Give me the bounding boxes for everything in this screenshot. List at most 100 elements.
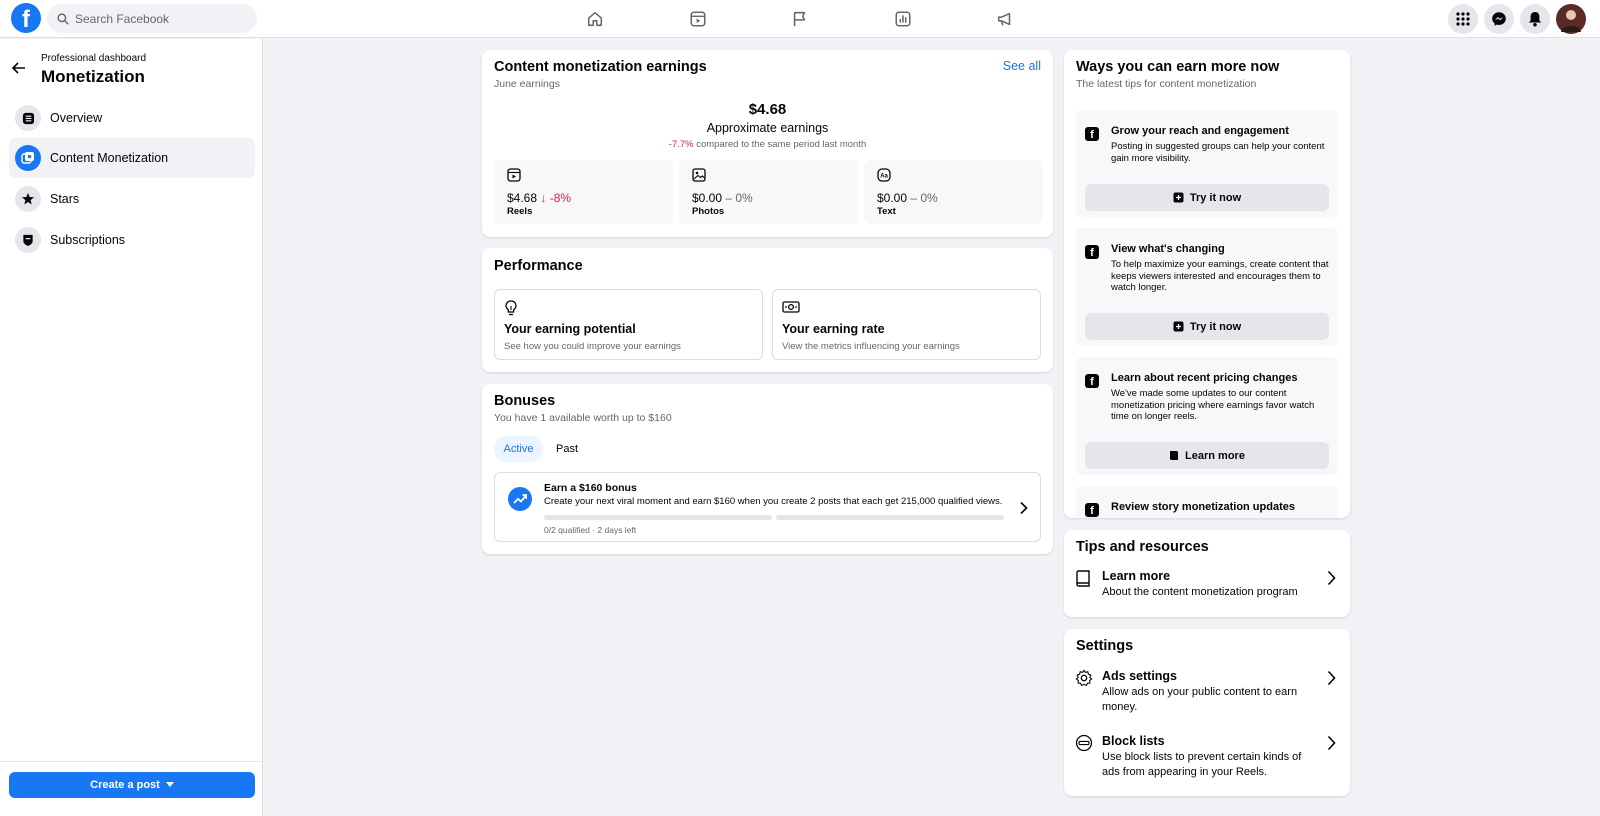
tip-card: f Grow your reach and engagement Posting… [1076, 110, 1338, 217]
sidebar-item-label: Subscriptions [50, 233, 126, 247]
change-percent: -7.7% [668, 139, 694, 150]
sidebar-item-label: Content Monetization [50, 151, 169, 165]
row-title: Learn more [1102, 569, 1171, 583]
chevron-right-icon [1327, 735, 1336, 751]
messenger-icon[interactable] [1484, 4, 1514, 34]
button-label: Try it now [1189, 320, 1242, 333]
tip-card: f Review story monetization updates [1076, 486, 1338, 518]
try-it-now-button[interactable]: Try it now [1085, 313, 1329, 340]
chevron-right-icon [1327, 670, 1336, 686]
tip-description: We've made some updates to our content m… [1111, 388, 1315, 422]
facebook-square-icon: f [1085, 245, 1099, 259]
tile-change: ↓ -8% [540, 191, 572, 205]
total-earnings-label: Approximate earnings [706, 121, 829, 135]
bonus-item[interactable]: Earn a $160 bonus Create your next viral… [494, 472, 1041, 542]
tile-value: $4.68 ↓ -8% [507, 191, 572, 205]
bonus-title: Earn a $160 bonus [544, 482, 637, 494]
tile-change: – 0% [725, 191, 753, 205]
pages-flag-icon[interactable] [750, 0, 850, 38]
tip-title: Review story monetization updates [1111, 501, 1295, 513]
sidebar-item-label: Overview [50, 111, 103, 125]
sidebar-item-subscriptions[interactable]: Subscriptions [9, 220, 255, 260]
earnings-tile-text[interactable]: Aa $0.00 – 0% Text [864, 160, 1043, 224]
earnings-change: -7.7% compared to the same period last m… [482, 139, 1053, 150]
shield-icon [15, 227, 41, 253]
facebook-square-icon: f [1085, 503, 1099, 517]
box-title: Your earning rate [782, 322, 885, 336]
learn-more-row[interactable]: Learn more About the content monetizatio… [1064, 564, 1350, 606]
row-subtitle: About the content monetization program [1102, 586, 1298, 598]
money-icon [782, 301, 800, 313]
ads-megaphone-icon[interactable] [955, 0, 1055, 38]
tip-description: To help maximize your earnings, create c… [1111, 259, 1329, 293]
box-subtitle: View the metrics influencing your earnin… [782, 341, 960, 352]
text-icon: Aa [877, 168, 891, 182]
bonuses-subtitle: You have 1 available worth up to $160 [494, 412, 672, 424]
tab-active[interactable]: Active [494, 436, 543, 462]
stars-icon [15, 186, 41, 212]
create-post-button[interactable]: Create a post [9, 772, 255, 798]
tile-label: Text [877, 206, 896, 217]
chevron-right-icon [1327, 570, 1336, 586]
book-icon [1170, 451, 1179, 460]
tile-change: – 0% [910, 191, 938, 205]
tip-description: Posting in suggested groups can help you… [1111, 141, 1325, 164]
tab-past[interactable]: Past [550, 436, 584, 462]
notifications-bell-icon[interactable] [1520, 4, 1550, 34]
search-icon [57, 12, 69, 25]
earnings-tile-photos[interactable]: $0.00 – 0% Photos [679, 160, 858, 224]
profile-avatar[interactable] [1556, 4, 1586, 34]
row-subtitle: Use block lists to prevent certain kinds… [1102, 751, 1302, 778]
tip-card: f Learn about recent pricing changes We'… [1076, 357, 1338, 475]
create-post-label: Create a post [90, 779, 160, 791]
plus-square-icon [1173, 321, 1184, 332]
see-all-link[interactable]: See all [1003, 59, 1041, 73]
bonus-status: 0/2 qualified · 2 days left [544, 525, 637, 535]
performance-card: Performance Your earning potential See h… [482, 248, 1053, 372]
trending-up-icon [508, 487, 532, 511]
top-navigation-bar: f [0, 0, 1600, 38]
tip-title: Grow your reach and engagement [1111, 125, 1289, 137]
search-input[interactable] [75, 11, 245, 26]
block-lists-row[interactable]: Block lists Use block lists to prevent c… [1064, 730, 1350, 780]
earnings-card: Content monetization earnings See all Ju… [482, 50, 1053, 237]
row-title: Ads settings [1102, 669, 1178, 683]
caret-down-icon [165, 782, 174, 787]
plus-square-icon [1173, 192, 1184, 203]
change-text: compared to the same period last month [696, 139, 867, 150]
facebook-square-icon: f [1085, 127, 1099, 141]
sidebar-item-overview[interactable]: Overview [9, 98, 255, 138]
bonus-description: Create your next viral moment and earn $… [544, 496, 1003, 507]
tips-title: Tips and resources [1076, 539, 1209, 555]
ways-to-earn-card: Ways you can earn more now The latest ti… [1064, 50, 1350, 518]
menu-grid-icon[interactable] [1448, 4, 1478, 34]
gear-icon [1075, 669, 1093, 687]
performance-title: Performance [494, 258, 583, 274]
ways-subtitle: The latest tips for content monetization [1076, 78, 1257, 90]
tips-resources-card: Tips and resources Learn more About the … [1064, 530, 1350, 617]
ads-settings-row[interactable]: Ads settings Allow ads on your public co… [1064, 665, 1350, 715]
earning-potential-box[interactable]: Your earning potential See how you could… [494, 289, 763, 360]
ways-title: Ways you can earn more now [1076, 59, 1280, 75]
chevron-right-icon [1020, 501, 1028, 515]
row-title: Block lists [1102, 734, 1165, 748]
dashboard-chart-icon[interactable] [853, 0, 953, 38]
try-it-now-button[interactable]: Try it now [1085, 184, 1329, 211]
sidebar-item-content-monetization[interactable]: Content Monetization [9, 138, 255, 178]
sidebar-item-stars[interactable]: Stars [9, 179, 255, 219]
reels-icon[interactable] [648, 0, 748, 38]
home-icon[interactable] [545, 0, 645, 38]
earning-rate-box[interactable]: Your earning rate View the metrics influ… [772, 289, 1041, 360]
earnings-tile-reels[interactable]: $4.68 ↓ -8% Reels [494, 160, 673, 224]
tip-card: f View what's changing To help maximize … [1076, 228, 1338, 346]
book-icon [1076, 570, 1090, 587]
photo-icon [692, 168, 706, 182]
content-icon [15, 145, 41, 171]
learn-more-button[interactable]: Learn more [1085, 442, 1329, 469]
facebook-logo[interactable]: f [11, 3, 41, 33]
search-box[interactable] [47, 4, 257, 33]
facebook-square-icon: f [1085, 374, 1099, 388]
tile-value: $0.00 – 0% [877, 191, 938, 205]
back-arrow-icon[interactable] [10, 59, 28, 77]
bonuses-title: Bonuses [494, 393, 556, 409]
